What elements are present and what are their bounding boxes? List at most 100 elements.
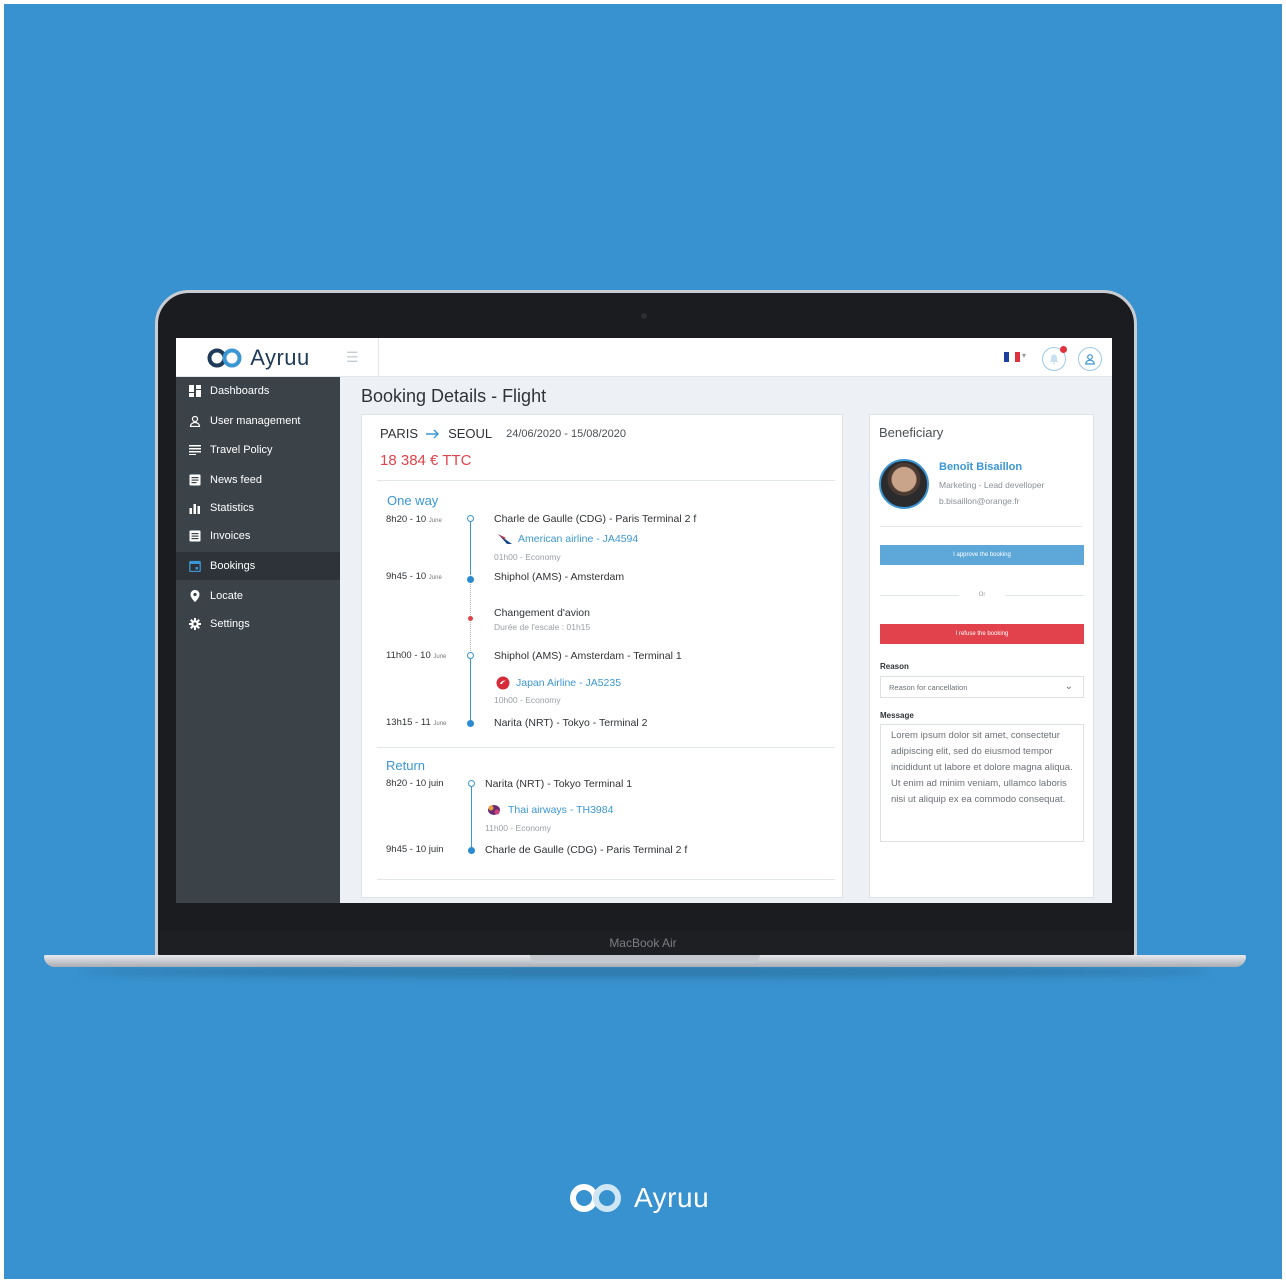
departure-time: 8h20 - 10 juin bbox=[386, 778, 444, 789]
american-airline-logo-icon bbox=[498, 534, 512, 544]
app-screen: Ayruu ☰ ▾ Dashboards User management Tra… bbox=[176, 338, 1112, 903]
thai-airways-logo-icon bbox=[488, 805, 500, 815]
divider bbox=[377, 480, 835, 481]
timeline-segment bbox=[471, 786, 472, 850]
sidebar-item-invoices[interactable]: Invoices bbox=[176, 522, 340, 550]
device-label: MacBook Air bbox=[609, 936, 677, 950]
arrival-time: 9h45 - 10 June bbox=[386, 571, 442, 582]
sidebar-item-label: Bookings bbox=[210, 560, 256, 572]
chevron-down-icon[interactable]: ▾ bbox=[1022, 351, 1026, 360]
reason-label: Reason bbox=[880, 662, 909, 671]
sidebar-item-label: Settings bbox=[210, 618, 250, 630]
sidebar-item-label: Dashboards bbox=[210, 385, 270, 397]
brand-footer-logo: Ayruu bbox=[568, 1182, 709, 1214]
camera-icon bbox=[641, 313, 647, 319]
layover-dot bbox=[468, 616, 473, 621]
sidebar-item-label: Statistics bbox=[210, 502, 255, 514]
arrival-time: 9h45 - 10 juin bbox=[386, 844, 444, 855]
gear-icon bbox=[188, 617, 202, 631]
departure-time: 11h00 - 10 June bbox=[386, 650, 447, 661]
user-icon bbox=[1085, 354, 1095, 365]
ayruu-logo-icon bbox=[207, 348, 242, 367]
sidebar-item-statistics[interactable]: Statistics bbox=[176, 494, 340, 522]
sidebar-item-user-management[interactable]: User management bbox=[176, 407, 340, 435]
arrival-time: 13h15 - 11 June bbox=[386, 717, 447, 728]
list-icon bbox=[188, 443, 202, 457]
newspaper-icon bbox=[188, 473, 202, 487]
timeline-dot bbox=[467, 576, 474, 583]
departure-time: 8h20 - 10 June bbox=[386, 514, 442, 525]
notifications-button[interactable] bbox=[1042, 346, 1067, 371]
calendar-icon bbox=[188, 559, 202, 573]
sidebar-item-label: Travel Policy bbox=[210, 444, 273, 456]
booking-price: 18 384 € TTC bbox=[380, 452, 472, 469]
user-icon bbox=[188, 414, 202, 428]
stop-name: Shiphol (AMS) - Amsterdam bbox=[494, 571, 625, 583]
menu-toggle-icon[interactable]: ☰ bbox=[346, 350, 362, 364]
sidebar-item-label: News feed bbox=[210, 474, 262, 486]
timeline-segment bbox=[470, 658, 471, 722]
chevron-down-icon: ⌄ bbox=[1064, 681, 1073, 692]
map-pin-icon bbox=[188, 589, 202, 603]
one-way-title: One way bbox=[387, 493, 439, 508]
sidebar-item-label: User management bbox=[210, 415, 301, 427]
laptop-shadow bbox=[80, 967, 1210, 977]
airline-link[interactable]: Thai airways - TH3984 bbox=[486, 803, 613, 817]
top-bar: Ayruu ☰ ▾ bbox=[176, 338, 1112, 377]
timeline-dot bbox=[467, 515, 474, 522]
beneficiary-name[interactable]: Benoît Bisaillon bbox=[939, 461, 1022, 473]
route-summary: PARIS SEOUL 24/06/2020 - 15/08/2020 bbox=[380, 426, 626, 441]
origin-city: PARIS bbox=[380, 426, 419, 441]
approve-booking-button[interactable]: I approve the booking bbox=[880, 545, 1084, 565]
sidebar-item-settings[interactable]: Settings bbox=[176, 610, 340, 638]
profile-button[interactable] bbox=[1078, 347, 1102, 371]
app-logo[interactable]: Ayruu bbox=[176, 338, 340, 377]
divider bbox=[880, 526, 1082, 527]
ayruu-logo-icon bbox=[570, 1184, 621, 1212]
airline-link[interactable]: Japan Airline - JA5235 bbox=[496, 676, 621, 690]
timeline-dot bbox=[468, 780, 475, 787]
reason-select[interactable]: Reason for cancellation ⌄ bbox=[880, 676, 1084, 698]
arrow-right-icon bbox=[426, 429, 440, 438]
message-textarea[interactable]: Lorem ipsum dolor sit amet, consectetur … bbox=[880, 724, 1084, 842]
sidebar-item-dashboards[interactable]: Dashboards bbox=[176, 377, 340, 405]
return-title: Return bbox=[386, 758, 426, 773]
topbar-divider bbox=[378, 338, 379, 377]
flight-detail: 01h00 - Economy bbox=[494, 552, 561, 562]
sidebar-item-bookings[interactable]: Bookings bbox=[176, 552, 340, 580]
flight-detail: 11h00 - Economy bbox=[485, 823, 551, 833]
flight-detail: 10h00 - Economy bbox=[494, 695, 561, 705]
airline-link[interactable]: American airline - JA4594 bbox=[498, 533, 638, 545]
beneficiary-email: b.bisaillon@orange.fr bbox=[939, 496, 1020, 506]
sidebar-item-travel-policy[interactable]: Travel Policy bbox=[176, 436, 340, 464]
japan-airline-logo-icon bbox=[496, 676, 510, 690]
brand-name: Ayruu bbox=[634, 1182, 710, 1213]
divider bbox=[377, 747, 835, 748]
page-title: Booking Details - Flight bbox=[361, 386, 547, 406]
language-flag-icon[interactable] bbox=[1004, 352, 1020, 362]
sidebar-item-label: Locate bbox=[210, 590, 244, 602]
bell-icon bbox=[1050, 354, 1058, 365]
timeline-dot bbox=[467, 720, 474, 727]
timeline-dot bbox=[467, 652, 474, 659]
message-label: Message bbox=[880, 711, 914, 720]
bar-chart-icon bbox=[188, 501, 202, 515]
beneficiary-title: Beneficiary bbox=[879, 425, 944, 440]
refuse-booking-button[interactable]: I refuse the booking bbox=[880, 624, 1084, 644]
divider bbox=[377, 879, 835, 880]
invoice-icon bbox=[188, 529, 202, 543]
or-separator: Or bbox=[880, 590, 1085, 600]
sidebar-item-label: Invoices bbox=[210, 530, 251, 542]
app-logo-text: Ayruu bbox=[250, 344, 310, 370]
layover-title: Changement d'avion bbox=[494, 607, 590, 619]
stop-name: Charle de Gaulle (CDG) - Paris Terminal … bbox=[494, 513, 697, 525]
destination-city: SEOUL bbox=[448, 426, 493, 441]
avatar bbox=[879, 459, 929, 509]
layover-duration: Durée de l'escale : 01h15 bbox=[494, 622, 591, 632]
stop-name: Narita (NRT) - Tokyo - Terminal 2 bbox=[494, 717, 648, 729]
notification-badge bbox=[1060, 346, 1067, 353]
sidebar-item-news-feed[interactable]: News feed bbox=[176, 466, 340, 494]
laptop-notch bbox=[530, 955, 760, 963]
beneficiary-role: Marketing - Lead develloper bbox=[939, 480, 1045, 490]
sidebar-item-locate[interactable]: Locate bbox=[176, 582, 340, 610]
